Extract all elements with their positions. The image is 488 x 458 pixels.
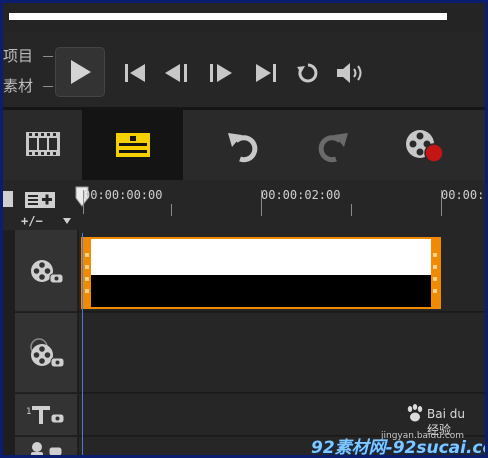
- ruler-tick: [83, 190, 84, 214]
- track-manager-icon[interactable]: [3, 191, 13, 207]
- timecode-2s: 00:00:02:00: [261, 188, 341, 202]
- previous-frame-button[interactable]: [161, 59, 193, 87]
- project-mode-label[interactable]: 项目: [3, 45, 43, 66]
- overlay-track-header[interactable]: [15, 313, 77, 393]
- play-button[interactable]: [55, 47, 105, 97]
- view-toolbar: [3, 110, 485, 180]
- chapter-point-icon: [25, 192, 55, 208]
- video-track-icon: [31, 260, 64, 284]
- video-track-header[interactable]: [15, 230, 77, 312]
- go-to-end-button[interactable]: [252, 59, 280, 87]
- preview-area: [3, 3, 485, 33]
- paw-logo-icon: [407, 404, 423, 422]
- redo-button[interactable]: [313, 126, 353, 166]
- go-to-start-button[interactable]: [121, 59, 149, 87]
- timecode-start: 00:00:00:00: [83, 188, 163, 202]
- record-capture-button[interactable]: [401, 124, 447, 168]
- overlay-track-lane[interactable]: [79, 313, 485, 393]
- volume-icon: [337, 63, 362, 83]
- overlay-track-icon: [30, 338, 65, 368]
- timecode-4s: 00:00:: [441, 188, 485, 202]
- repeat-icon: [297, 63, 318, 83]
- video-clip[interactable]: [81, 237, 441, 309]
- project-mode-marker: [43, 56, 53, 57]
- svg-text:1: 1: [26, 407, 32, 417]
- playhead-line: [82, 233, 83, 455]
- go-to-end-icon: [256, 64, 276, 82]
- voice-track-icon: [31, 442, 63, 455]
- record-capture-icon: [406, 130, 444, 163]
- timeline-view-icon: [115, 133, 150, 157]
- next-frame-icon: [210, 64, 232, 82]
- site-watermark: 92素材网-92sucai.com: [311, 438, 485, 455]
- redo-icon: [318, 133, 348, 163]
- clip-mode-marker: [43, 86, 53, 87]
- storyboard-view-button[interactable]: [9, 120, 77, 168]
- timeline-view-button[interactable]: [82, 110, 183, 180]
- ruler-tick: [441, 190, 442, 216]
- chapter-point-button[interactable]: [23, 191, 59, 209]
- ruler-tick: [171, 204, 172, 216]
- player-panel: 项目 素材: [3, 33, 485, 107]
- undo-icon: [228, 133, 258, 163]
- clip-mode-label[interactable]: 素材: [3, 75, 43, 96]
- clip-trim-handle-left[interactable]: [83, 239, 91, 307]
- ruler-tick: [261, 190, 262, 216]
- preview-scrub-bar[interactable]: [9, 13, 447, 20]
- play-icon: [71, 60, 91, 84]
- clip-thumbnail-top: [83, 239, 439, 275]
- storyboard-view-icon: [26, 132, 60, 156]
- previous-frame-icon: [165, 64, 187, 82]
- title-track-icon: 1: [26, 406, 65, 424]
- video-editor-window: 项目 素材 +/− 00:00:00:00 00:00:02:00 00:00:…: [3, 3, 485, 455]
- next-frame-button[interactable]: [205, 59, 237, 87]
- zoom-dropdown-icon[interactable]: [63, 218, 71, 224]
- volume-button[interactable]: [334, 59, 368, 87]
- undo-button[interactable]: [223, 126, 263, 166]
- title-track-header[interactable]: 1: [15, 394, 77, 436]
- repeat-button[interactable]: [294, 59, 322, 87]
- clip-trim-handle-right[interactable]: [431, 239, 439, 307]
- zoom-control[interactable]: +/−: [21, 214, 43, 228]
- go-to-start-icon: [125, 64, 145, 82]
- ruler-tick: [351, 204, 352, 216]
- voice-track-header[interactable]: [15, 437, 77, 455]
- timeline-ruler-area: +/− 00:00:00:00 00:00:02:00 00:00:: [3, 180, 485, 230]
